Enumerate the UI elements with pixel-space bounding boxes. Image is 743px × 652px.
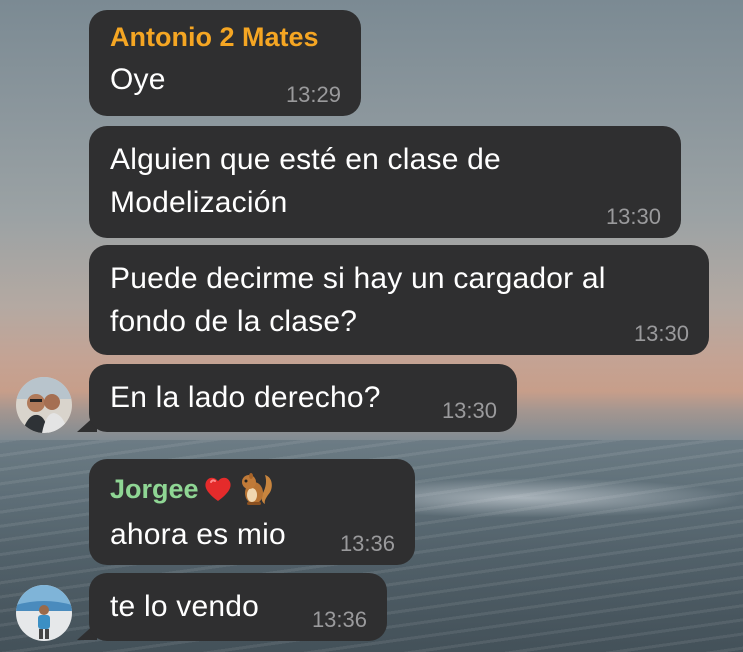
sender-name-antonio[interactable]: Antonio 2 Mates	[110, 22, 341, 52]
avatar-antonio[interactable]	[16, 377, 72, 433]
message-text: En la lado derecho?	[110, 381, 381, 414]
message-text-line-2: Modelización	[110, 186, 288, 219]
message-time: 13:30	[633, 321, 689, 346]
red-heart-icon	[204, 477, 231, 501]
message-time: 13:36	[311, 607, 367, 632]
message-time: 13:29	[285, 82, 341, 107]
message-bubble-5[interactable]: Jorgee ahora es mio 13:36	[89, 459, 415, 565]
message-text-line-1: Puede decirme si hay un cargador al	[110, 262, 606, 295]
message-time: 13:30	[605, 204, 661, 229]
message-bubble-3[interactable]: Puede decirme si hay un cargador al fond…	[89, 245, 709, 355]
avatar-photo	[16, 377, 72, 433]
message-bubble-2[interactable]: Alguien que esté en clase de Modelizació…	[89, 126, 681, 238]
message-bubble-4[interactable]: En la lado derecho? 13:30	[89, 364, 517, 432]
chipmunk-icon	[241, 473, 272, 505]
message-bubble-6[interactable]: te lo vendo 13:36	[89, 573, 387, 641]
message-time: 13:36	[339, 531, 395, 556]
message-text-line-2: fondo de la clase?	[110, 305, 358, 338]
avatar-photo	[16, 585, 72, 641]
chat-wallpaper-surf	[380, 478, 743, 518]
message-bubble-1[interactable]: Antonio 2 Mates Oye 13:29	[89, 10, 361, 116]
message-text-line-1: Alguien que esté en clase de	[110, 143, 501, 176]
avatar-jorgee[interactable]	[16, 585, 72, 641]
sender-name-jorgee[interactable]: Jorgee	[110, 471, 395, 507]
message-time: 13:30	[441, 398, 497, 423]
sender-name-text: Jorgee	[110, 474, 199, 504]
